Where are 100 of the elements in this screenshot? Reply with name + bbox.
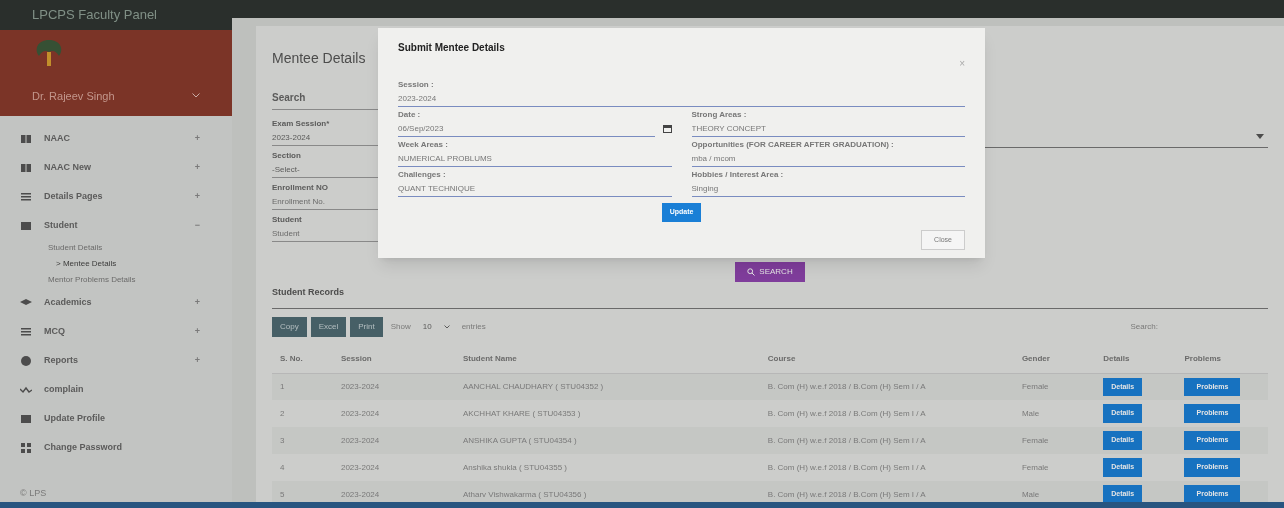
list-icon bbox=[20, 190, 32, 203]
app-title: LPCPS Faculty Panel bbox=[0, 0, 232, 30]
column-header[interactable]: Gender bbox=[1013, 344, 1096, 373]
menu-label: Details Pages bbox=[44, 189, 104, 203]
footer-text: © LPS bbox=[19, 486, 48, 500]
caret-icon bbox=[443, 324, 450, 329]
table-cell: AANCHAL CHAUDHARY ( STU04352 ) bbox=[454, 373, 760, 400]
entries-select[interactable]: 10 bbox=[414, 320, 458, 333]
entries-label: entries bbox=[461, 320, 486, 333]
field-label: Date : bbox=[398, 109, 422, 121]
field-label: Strong Areas : bbox=[691, 109, 748, 121]
modal-title: Submit Mentee Details bbox=[398, 41, 505, 55]
menu-label: MCQ bbox=[44, 324, 66, 338]
menu-item[interactable]: NAAC New + bbox=[16, 153, 216, 182]
toggle-icon[interactable]: − bbox=[194, 218, 212, 233]
table-cell: ANSHIKA GUPTA ( STU04354 ) bbox=[454, 427, 760, 454]
table-cell: AKCHHAT KHARE ( STU04353 ) bbox=[454, 400, 760, 427]
field-label: Exam Session* bbox=[272, 118, 330, 130]
input-field[interactable]: NUMERICAL PROBLUMS bbox=[398, 151, 672, 167]
menu-label: Update Profile bbox=[44, 411, 106, 425]
toggle-icon[interactable]: + bbox=[194, 295, 212, 310]
chevron-icon[interactable] bbox=[192, 93, 200, 99]
table-cell: 2023-2024 bbox=[332, 400, 455, 427]
field-label: Opportunities (FOR CAREER AFTER GRADUATION) : bbox=[691, 139, 895, 151]
book-icon bbox=[20, 132, 32, 145]
list-icon bbox=[20, 325, 32, 338]
caret-icon bbox=[1256, 134, 1264, 139]
menu-label: Change Password bbox=[44, 440, 124, 454]
show-label: Show bbox=[390, 320, 411, 333]
menu-label: Student bbox=[44, 218, 79, 232]
input-field[interactable]: QUANT TECHNIQUE bbox=[398, 181, 672, 197]
field-label: Week Areas : bbox=[398, 139, 449, 151]
section-heading: Student Records bbox=[272, 286, 1268, 309]
table-cell: 2023-2024 bbox=[332, 481, 455, 508]
menu-label: complain bbox=[44, 382, 85, 396]
card-icon bbox=[20, 219, 32, 232]
table-cell: 2023-2024 bbox=[332, 427, 455, 454]
search-button[interactable]: SEARCH bbox=[735, 262, 805, 282]
export-button[interactable]: Excel bbox=[310, 316, 347, 337]
table-cell: Male bbox=[1013, 400, 1096, 427]
page-title: Mentee Details bbox=[272, 50, 366, 66]
submenu-item[interactable]: Mentor Problems Details bbox=[16, 272, 216, 288]
field-label: Student bbox=[272, 214, 302, 226]
table-cell: 1 bbox=[272, 373, 333, 400]
menu-item[interactable]: Student − bbox=[16, 211, 216, 240]
book-icon bbox=[20, 161, 32, 174]
input-field[interactable]: 2023-2024 bbox=[398, 91, 965, 107]
field-label: Session : bbox=[398, 79, 435, 91]
submenu-item[interactable]: > Mentee Details bbox=[16, 256, 216, 272]
input-field[interactable]: mba / mcom bbox=[691, 151, 965, 167]
calendar-icon[interactable] bbox=[662, 125, 672, 133]
table-cell: 4 bbox=[272, 454, 333, 481]
menu-label: NAAC New bbox=[44, 160, 92, 174]
menu-item[interactable]: NAAC + bbox=[16, 124, 216, 153]
card-icon bbox=[20, 412, 32, 425]
user-name: Dr. Rajeev Singh bbox=[32, 88, 115, 104]
toggle-icon[interactable]: + bbox=[194, 353, 212, 368]
column-header[interactable]: Details bbox=[1095, 344, 1177, 373]
column-header[interactable]: Problems bbox=[1176, 344, 1268, 373]
toggle-icon[interactable]: + bbox=[194, 189, 212, 204]
menu-item[interactable]: MCQ + bbox=[16, 317, 216, 346]
export-button[interactable]: Print bbox=[350, 316, 383, 337]
table-cell: 2023-2024 bbox=[332, 373, 455, 400]
field-label: Section bbox=[272, 150, 301, 162]
input-field[interactable]: 06/Sep/2023 bbox=[398, 121, 655, 137]
table-cell: Atharv Vishwakarma ( STU04356 ) bbox=[454, 481, 760, 508]
table-cell: Female bbox=[1013, 427, 1096, 454]
table-cell: Male bbox=[1013, 481, 1096, 508]
menu-item[interactable]: Reports + bbox=[16, 346, 216, 375]
menu-item[interactable]: Change Password bbox=[16, 433, 216, 462]
grid-icon bbox=[20, 441, 32, 454]
column-header[interactable]: Student Name bbox=[454, 344, 760, 373]
toggle-icon[interactable]: + bbox=[194, 324, 212, 339]
input-field[interactable]: Singing bbox=[691, 181, 965, 197]
table-cell: Anshika shukla ( STU04355 ) bbox=[454, 454, 760, 481]
field-label: Enrollment NO bbox=[272, 182, 328, 194]
menu-item[interactable]: Details Pages + bbox=[16, 182, 216, 211]
column-header[interactable]: S. No. bbox=[272, 344, 333, 373]
toggle-icon[interactable]: + bbox=[194, 131, 212, 146]
field-label: Hobbies / Interest Area : bbox=[691, 169, 785, 181]
table-cell: 5 bbox=[272, 481, 333, 508]
table-cell: Female bbox=[1013, 373, 1096, 400]
menu-label: Reports bbox=[44, 353, 79, 367]
column-header[interactable]: Course bbox=[759, 344, 1014, 373]
export-button[interactable]: Copy bbox=[272, 316, 307, 337]
submenu-item[interactable]: Student Details bbox=[16, 240, 216, 256]
menu-label: Academics bbox=[44, 295, 93, 309]
menu-label: NAAC bbox=[44, 131, 71, 145]
table-cell: Female bbox=[1013, 454, 1096, 481]
table-cell: 2023-2024 bbox=[332, 454, 455, 481]
search-label: Search: bbox=[1130, 320, 1158, 333]
menu-item[interactable]: Academics + bbox=[16, 288, 216, 317]
input-field[interactable]: THEORY CONCEPT bbox=[691, 121, 965, 137]
table-cell: 2 bbox=[272, 400, 333, 427]
toggle-icon[interactable]: + bbox=[194, 160, 212, 175]
field-label: Challenges : bbox=[398, 169, 447, 181]
table-cell: 3 bbox=[272, 427, 333, 454]
column-header[interactable]: Session bbox=[332, 344, 455, 373]
menu-item[interactable]: Update Profile bbox=[16, 404, 216, 433]
menu-item[interactable]: complain bbox=[16, 375, 216, 404]
